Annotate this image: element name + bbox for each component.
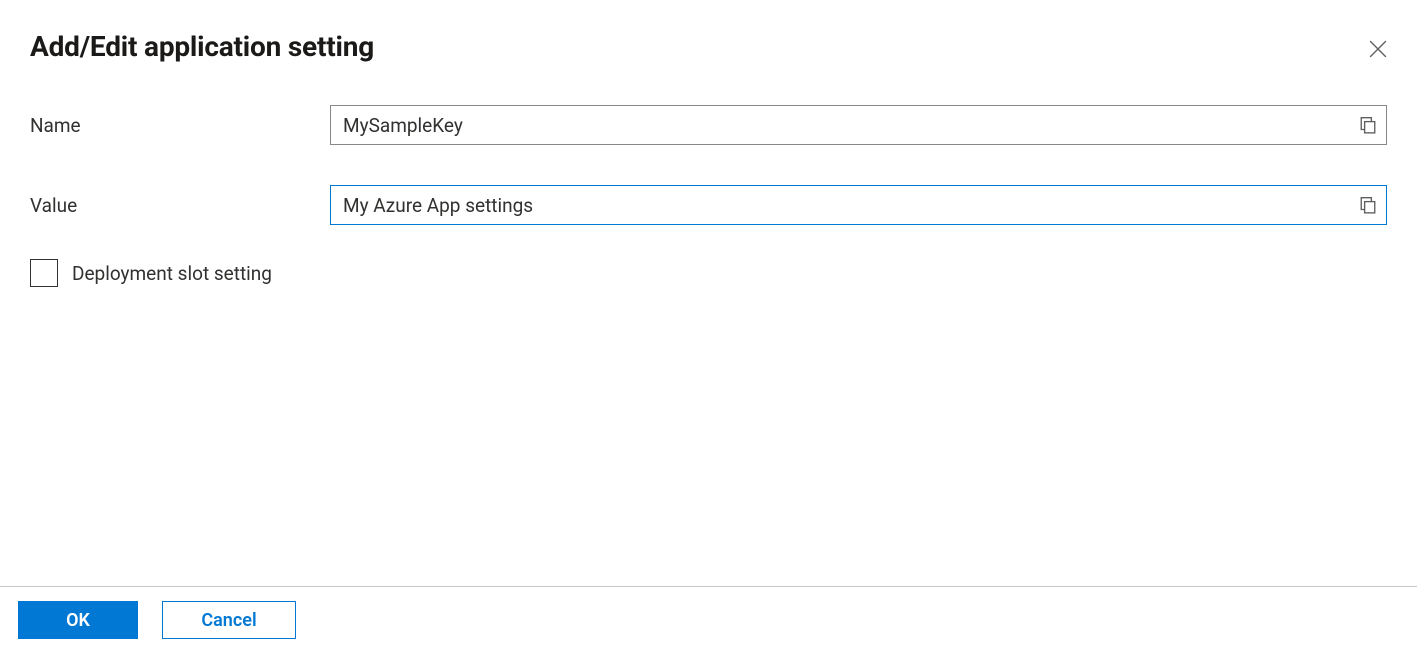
name-label: Name [30, 114, 330, 137]
dialog-panel: Add/Edit application setting Name Value [0, 0, 1417, 580]
copy-icon [1359, 196, 1377, 214]
name-row: Name [30, 105, 1387, 145]
ok-button[interactable]: OK [18, 601, 138, 639]
close-button[interactable] [1365, 36, 1391, 62]
value-input[interactable] [330, 185, 1387, 225]
deployment-slot-label: Deployment slot setting [72, 262, 272, 285]
value-input-wrap [330, 185, 1387, 225]
name-input[interactable] [330, 105, 1387, 145]
cancel-button[interactable]: Cancel [162, 601, 296, 639]
deployment-slot-checkbox[interactable] [30, 259, 58, 287]
dialog-footer: OK Cancel [0, 586, 1417, 655]
copy-icon [1359, 116, 1377, 134]
dialog-header: Add/Edit application setting [30, 30, 1387, 63]
deployment-slot-row: Deployment slot setting [30, 259, 1387, 287]
name-input-wrap [330, 105, 1387, 145]
close-icon [1369, 40, 1387, 58]
value-row: Value [30, 185, 1387, 225]
copy-name-button[interactable] [1359, 116, 1377, 134]
copy-value-button[interactable] [1359, 196, 1377, 214]
dialog-title: Add/Edit application setting [30, 30, 374, 63]
value-label: Value [30, 194, 330, 217]
